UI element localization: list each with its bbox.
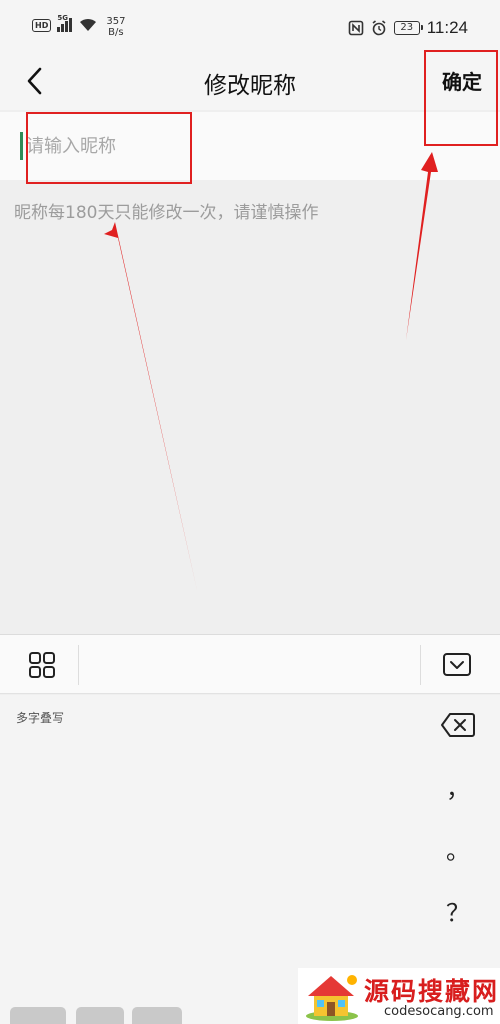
question-mark-key[interactable]: ？ (440, 893, 476, 928)
signal-icon: 5G (57, 14, 73, 32)
watermark-title: 源码搜藏网 (364, 977, 500, 1006)
wifi-icon (80, 18, 97, 31)
hd-icon: HD (32, 19, 52, 32)
alarm-icon (372, 20, 386, 36)
keyboard-menu-button[interactable] (28, 651, 56, 679)
grid-icon (29, 652, 55, 678)
period-key[interactable]: 。 (440, 831, 476, 866)
annotation-box-input (26, 112, 192, 184)
backspace-icon (441, 713, 475, 737)
keyboard-bottom-key[interactable] (76, 1007, 124, 1024)
battery-icon: 23 (393, 21, 423, 35)
watermark: 源码搜藏网 codesocang.com (298, 968, 500, 1024)
toolbar-divider (420, 645, 421, 685)
text-cursor (20, 132, 23, 160)
toolbar-divider (78, 645, 79, 685)
watermark-url: codesocang.com (384, 1004, 494, 1019)
nickname-hint: 昵称每180天只能修改一次，请谨慎操作 (14, 203, 319, 223)
battery-level: 23 (400, 22, 414, 33)
annotation-arrow-confirm (406, 152, 438, 340)
keyboard-bottom-key[interactable] (132, 1007, 182, 1024)
status-time: 11:24 (426, 18, 468, 37)
backspace-button[interactable] (440, 711, 476, 739)
house-logo-icon (306, 975, 358, 1021)
handwriting-mode-label: 多字叠写 (16, 711, 65, 725)
status-left-group: HD 5G 357 B/s (32, 14, 125, 38)
network-type-label: 5G (57, 14, 68, 22)
annotation-box-confirm (424, 50, 498, 146)
net-speed-unit: B/s (108, 27, 124, 38)
nfc-icon (348, 20, 364, 36)
keyboard-toolbar (0, 634, 500, 694)
net-speed-value: 357 (106, 16, 126, 27)
keyboard-hide-icon (443, 653, 471, 676)
keyboard-hide-button[interactable] (442, 651, 472, 679)
keyboard-bottom-key[interactable] (10, 1007, 66, 1024)
status-right-group: 23 11:24 (348, 18, 468, 38)
comma-key[interactable]: ， (440, 769, 476, 804)
annotation-arrow-input (104, 222, 197, 590)
net-speed: 357 B/s (106, 16, 125, 38)
